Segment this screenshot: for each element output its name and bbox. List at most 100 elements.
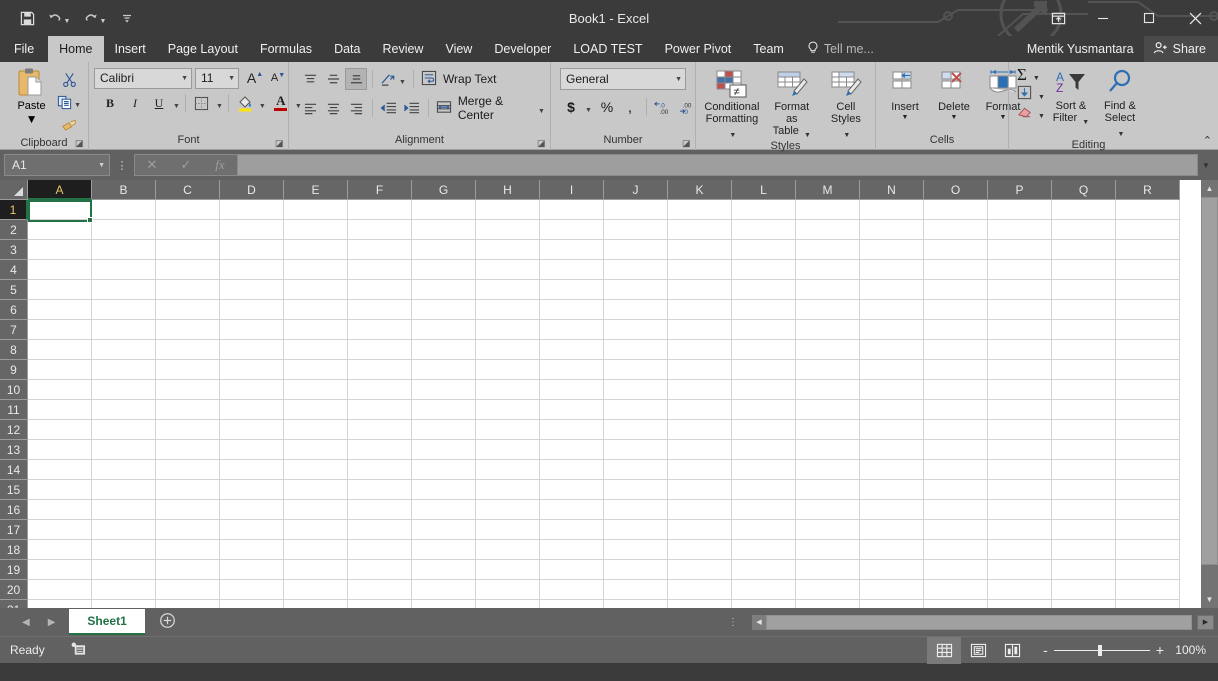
cell-I9[interactable] [540, 440, 604, 460]
cell-M16[interactable] [796, 300, 860, 320]
font-dialog-launcher[interactable]: ◪ [275, 139, 284, 148]
cell-I5[interactable] [540, 520, 604, 540]
cell-L16[interactable] [732, 300, 796, 320]
cell-O10[interactable] [924, 420, 988, 440]
cell-M11[interactable] [796, 400, 860, 420]
cell-N19[interactable] [860, 240, 924, 260]
column-header-d[interactable]: D [220, 180, 284, 200]
cell-J6[interactable] [604, 500, 668, 520]
cell-A4[interactable] [28, 540, 92, 560]
cell-M19[interactable] [796, 240, 860, 260]
cell-P13[interactable] [988, 360, 1052, 380]
cell-F7[interactable] [348, 480, 412, 500]
align-right-button[interactable] [345, 97, 367, 119]
cell-H21[interactable] [476, 200, 540, 220]
undo-button[interactable]: ▼ [42, 6, 76, 30]
percent-format-button[interactable]: % [596, 96, 618, 118]
tab-home[interactable]: Home [48, 36, 103, 62]
cell-J10[interactable] [604, 420, 668, 440]
cell-R19[interactable] [1116, 240, 1180, 260]
row-header-1[interactable]: 1 [0, 200, 28, 220]
cell-C19[interactable] [156, 240, 220, 260]
cell-J11[interactable] [604, 400, 668, 420]
row-header-2[interactable]: 2 [0, 220, 28, 240]
cell-R7[interactable] [1116, 480, 1180, 500]
cell-G9[interactable] [412, 440, 476, 460]
cell-O7[interactable] [924, 480, 988, 500]
find-select-button[interactable]: Find & Select ▼ [1097, 65, 1143, 138]
cell-M15[interactable] [796, 320, 860, 340]
cell-H17[interactable] [476, 280, 540, 300]
orientation-dropdown-icon[interactable]: ▼ [399, 79, 406, 86]
cell-H3[interactable] [476, 560, 540, 580]
cell-E14[interactable] [284, 340, 348, 360]
align-middle-button[interactable] [322, 68, 344, 90]
row-header-11[interactable]: 11 [0, 400, 28, 420]
sheet-tab-sheet1[interactable]: Sheet1 [69, 609, 144, 635]
align-bottom-button[interactable] [345, 68, 367, 90]
cell-N17[interactable] [860, 280, 924, 300]
cell-I11[interactable] [540, 400, 604, 420]
column-header-f[interactable]: F [348, 180, 412, 200]
cell-D8[interactable] [220, 460, 284, 480]
merge-center-button[interactable]: Merge & Center ▼ [436, 94, 545, 122]
cell-H10[interactable] [476, 420, 540, 440]
cell-N6[interactable] [860, 500, 924, 520]
cell-C15[interactable] [156, 320, 220, 340]
cell-O8[interactable] [924, 460, 988, 480]
cell-B11[interactable] [92, 400, 156, 420]
cell-J15[interactable] [604, 320, 668, 340]
clear-button[interactable]: ▼ [1017, 105, 1045, 122]
cell-R12[interactable] [1116, 380, 1180, 400]
cell-G18[interactable] [412, 260, 476, 280]
cell-E8[interactable] [284, 460, 348, 480]
cell-G19[interactable] [412, 240, 476, 260]
cell-J17[interactable] [604, 280, 668, 300]
cell-L21[interactable] [732, 200, 796, 220]
column-header-q[interactable]: Q [1052, 180, 1116, 200]
cell-M8[interactable] [796, 460, 860, 480]
cell-M4[interactable] [796, 540, 860, 560]
cell-C12[interactable] [156, 380, 220, 400]
horizontal-scrollbar[interactable]: ◀ [752, 615, 1192, 630]
cell-M20[interactable] [796, 220, 860, 240]
tab-insert[interactable]: Insert [104, 36, 157, 62]
cell-I3[interactable] [540, 560, 604, 580]
macro-record-icon[interactable] [71, 642, 86, 659]
cell-Q15[interactable] [1052, 320, 1116, 340]
row-header-10[interactable]: 10 [0, 380, 28, 400]
tab-review[interactable]: Review [371, 36, 434, 62]
cell-F4[interactable] [348, 540, 412, 560]
cell-L3[interactable] [732, 560, 796, 580]
cell-D20[interactable] [220, 220, 284, 240]
cell-F11[interactable] [348, 400, 412, 420]
align-top-button[interactable] [299, 68, 321, 90]
vertical-scrollbar[interactable]: ▲ ▼ [1201, 180, 1218, 608]
cell-Q21[interactable] [1052, 200, 1116, 220]
cell-C10[interactable] [156, 420, 220, 440]
column-header-r[interactable]: R [1116, 180, 1180, 200]
cell-I8[interactable] [540, 460, 604, 480]
column-header-p[interactable]: P [988, 180, 1052, 200]
cell-P5[interactable] [988, 520, 1052, 540]
cell-I21[interactable] [540, 200, 604, 220]
cell-H8[interactable] [476, 460, 540, 480]
cell-H7[interactable] [476, 480, 540, 500]
increase-font-size-button[interactable]: A▲ [244, 67, 266, 89]
cell-G13[interactable] [412, 360, 476, 380]
cell-E5[interactable] [284, 520, 348, 540]
name-box[interactable]: A1 ▼ [4, 154, 110, 176]
cell-J5[interactable] [604, 520, 668, 540]
cell-D21[interactable] [220, 200, 284, 220]
column-header-g[interactable]: G [412, 180, 476, 200]
wrap-text-button[interactable]: Wrap Text [421, 70, 497, 89]
cell-K2[interactable] [668, 580, 732, 600]
cell-M5[interactable] [796, 520, 860, 540]
cell-H6[interactable] [476, 500, 540, 520]
cell-B15[interactable] [92, 320, 156, 340]
cell-I14[interactable] [540, 340, 604, 360]
cell-L20[interactable] [732, 220, 796, 240]
font-name-combo[interactable]: Calibri ▼ [94, 68, 192, 89]
cell-O2[interactable] [924, 580, 988, 600]
cell-B8[interactable] [92, 460, 156, 480]
